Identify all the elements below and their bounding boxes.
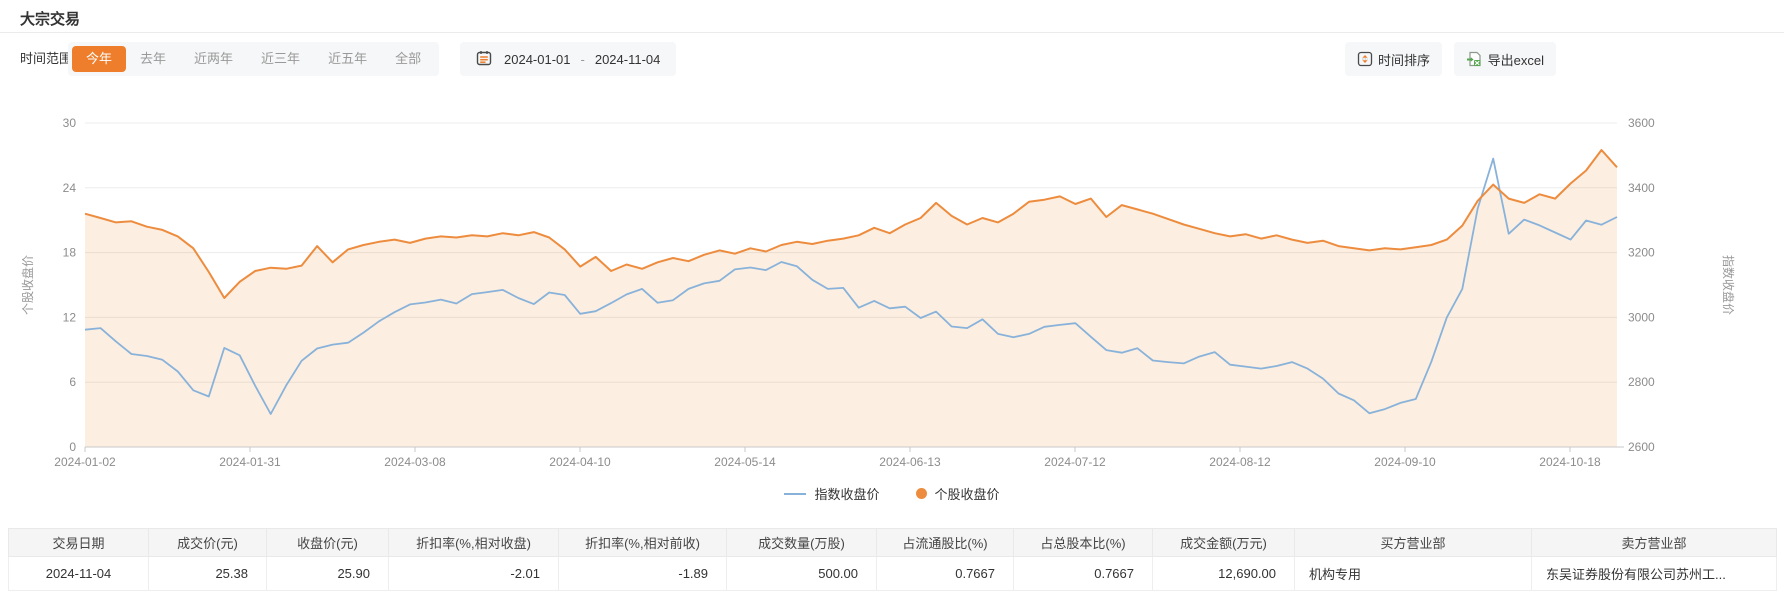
time-sort-button[interactable]: 时间排序 — [1345, 42, 1442, 76]
trade-table: 交易日期成交价(元)收盘价(元)折扣率(%,相对收盘)折扣率(%,相对前收)成交… — [8, 528, 1777, 591]
x-axis-tick-label: 2024-04-10 — [549, 455, 611, 469]
right-axis-tick-label: 3000 — [1628, 310, 1655, 324]
x-axis-tick-label: 2024-06-13 — [879, 455, 941, 469]
table-header-cell: 占流通股比(%) — [877, 529, 1014, 557]
date-separator: - — [581, 52, 585, 67]
table-header-cell: 成交数量(万股) — [727, 529, 877, 557]
x-axis-tick-label: 2024-05-14 — [714, 455, 776, 469]
legend-label: 指数收盘价 — [814, 484, 879, 503]
time-sort-label: 时间排序 — [1378, 50, 1430, 69]
table-cell: 2024-11-04 — [9, 557, 149, 591]
time-range-option[interactable]: 近五年 — [314, 46, 381, 72]
table-cell: 500.00 — [727, 557, 877, 591]
table-cell: -1.89 — [559, 557, 727, 591]
date-start[interactable]: 2024-01-01 — [504, 52, 571, 67]
left-axis-tick-label: 0 — [69, 440, 76, 454]
table-header-cell: 成交价(元) — [149, 529, 267, 557]
export-excel-label: 导出excel — [1488, 50, 1544, 69]
export-excel-button[interactable]: 导出excel — [1454, 42, 1556, 76]
calendar-icon — [476, 50, 492, 69]
right-axis-tick-label: 2600 — [1628, 440, 1655, 454]
table-header-cell: 成交金额(万元) — [1153, 529, 1295, 557]
date-end[interactable]: 2024-11-04 — [595, 52, 661, 67]
time-range-label: 时间范围 — [20, 42, 72, 76]
x-axis-tick-label: 2024-08-12 — [1209, 455, 1271, 469]
block-trade-panel: 大宗交易 时间范围 今年去年近两年近三年近五年全部 2024-01-01 - 2… — [0, 0, 1784, 598]
page-title: 大宗交易 — [20, 8, 80, 29]
table-body: 2024-11-0425.3825.90-2.01-1.89500.000.76… — [9, 557, 1777, 591]
table-header-cell: 买方营业部 — [1295, 529, 1532, 557]
panel-header: 大宗交易 — [0, 0, 1784, 33]
toolbar: 时间范围 今年去年近两年近三年近五年全部 2024-01-01 - 2024-1… — [0, 42, 1784, 76]
table-header-cell: 占总股本比(%) — [1014, 529, 1153, 557]
left-axis-tick-label: 18 — [63, 246, 77, 260]
date-range-picker[interactable]: 2024-01-01 - 2024-11-04 — [460, 42, 676, 76]
left-axis-title: 个股收盘价 — [20, 255, 35, 315]
x-axis-tick-label: 2024-03-08 — [384, 455, 446, 469]
left-axis-tick-label: 12 — [63, 310, 77, 324]
table-header-cell: 收盘价(元) — [267, 529, 389, 557]
left-axis-tick-label: 24 — [63, 181, 77, 195]
right-axis-tick-label: 3200 — [1628, 246, 1655, 260]
legend-circle-marker — [916, 488, 927, 499]
chart-legend: 指数收盘价 个股收盘价 — [0, 484, 1784, 503]
table-cell: -2.01 — [389, 557, 559, 591]
time-range-option[interactable]: 近两年 — [180, 46, 247, 72]
left-axis-tick-label: 6 — [69, 375, 76, 389]
table-header-cell: 交易日期 — [9, 529, 149, 557]
table-cell: 东吴证券股份有限公司苏州工... — [1532, 557, 1777, 591]
table-cell: 机构专用 — [1295, 557, 1532, 591]
time-range-option[interactable]: 今年 — [72, 46, 126, 72]
time-range-option[interactable]: 去年 — [126, 46, 180, 72]
table-header-cell: 折扣率(%,相对前收) — [559, 529, 727, 557]
time-range-option[interactable]: 全部 — [381, 46, 435, 72]
legend-item[interactable]: 指数收盘价 — [784, 484, 879, 503]
right-axis-tick-label: 3600 — [1628, 116, 1655, 130]
x-axis-tick-label: 2024-01-31 — [219, 455, 281, 469]
table-cell: 25.38 — [149, 557, 267, 591]
table-header-cell: 折扣率(%,相对收盘) — [389, 529, 559, 557]
legend-item[interactable]: 个股收盘价 — [916, 484, 1000, 503]
table-cell: 25.90 — [267, 557, 389, 591]
table-header-cell: 卖方营业部 — [1532, 529, 1777, 557]
x-axis-tick-label: 2024-09-10 — [1374, 455, 1436, 469]
price-chart: 0 2600 6 2800 12 3000 18 3200 24 3400 30 3600 2024-0… — [0, 95, 1784, 475]
table-header-row: 交易日期成交价(元)收盘价(元)折扣率(%,相对收盘)折扣率(%,相对前收)成交… — [9, 529, 1777, 557]
legend-label: 个股收盘价 — [935, 484, 1000, 503]
sort-icon — [1357, 51, 1373, 67]
x-axis-tick-label: 2024-07-12 — [1044, 455, 1106, 469]
right-axis-tick-label: 2800 — [1628, 375, 1655, 389]
right-axis-tick-label: 3400 — [1628, 181, 1655, 195]
trade-table-wrap: 交易日期成交价(元)收盘价(元)折扣率(%,相对收盘)折扣率(%,相对前收)成交… — [8, 528, 1776, 591]
x-axis-tick-label: 2024-10-18 — [1539, 455, 1601, 469]
table-cell: 0.7667 — [1014, 557, 1153, 591]
right-axis-title: 指数收盘价 — [1721, 255, 1736, 315]
table-cell: 12,690.00 — [1153, 557, 1295, 591]
excel-icon — [1466, 51, 1483, 67]
x-axis-tick-label: 2024-01-02 — [54, 455, 116, 469]
table-cell: 0.7667 — [877, 557, 1014, 591]
left-axis-tick-label: 30 — [63, 116, 77, 130]
time-range-option[interactable]: 近三年 — [247, 46, 314, 72]
legend-line-marker — [784, 493, 806, 495]
table-row: 2024-11-0425.3825.90-2.01-1.89500.000.76… — [9, 557, 1777, 591]
time-range-group: 今年去年近两年近三年近五年全部 — [68, 42, 439, 76]
